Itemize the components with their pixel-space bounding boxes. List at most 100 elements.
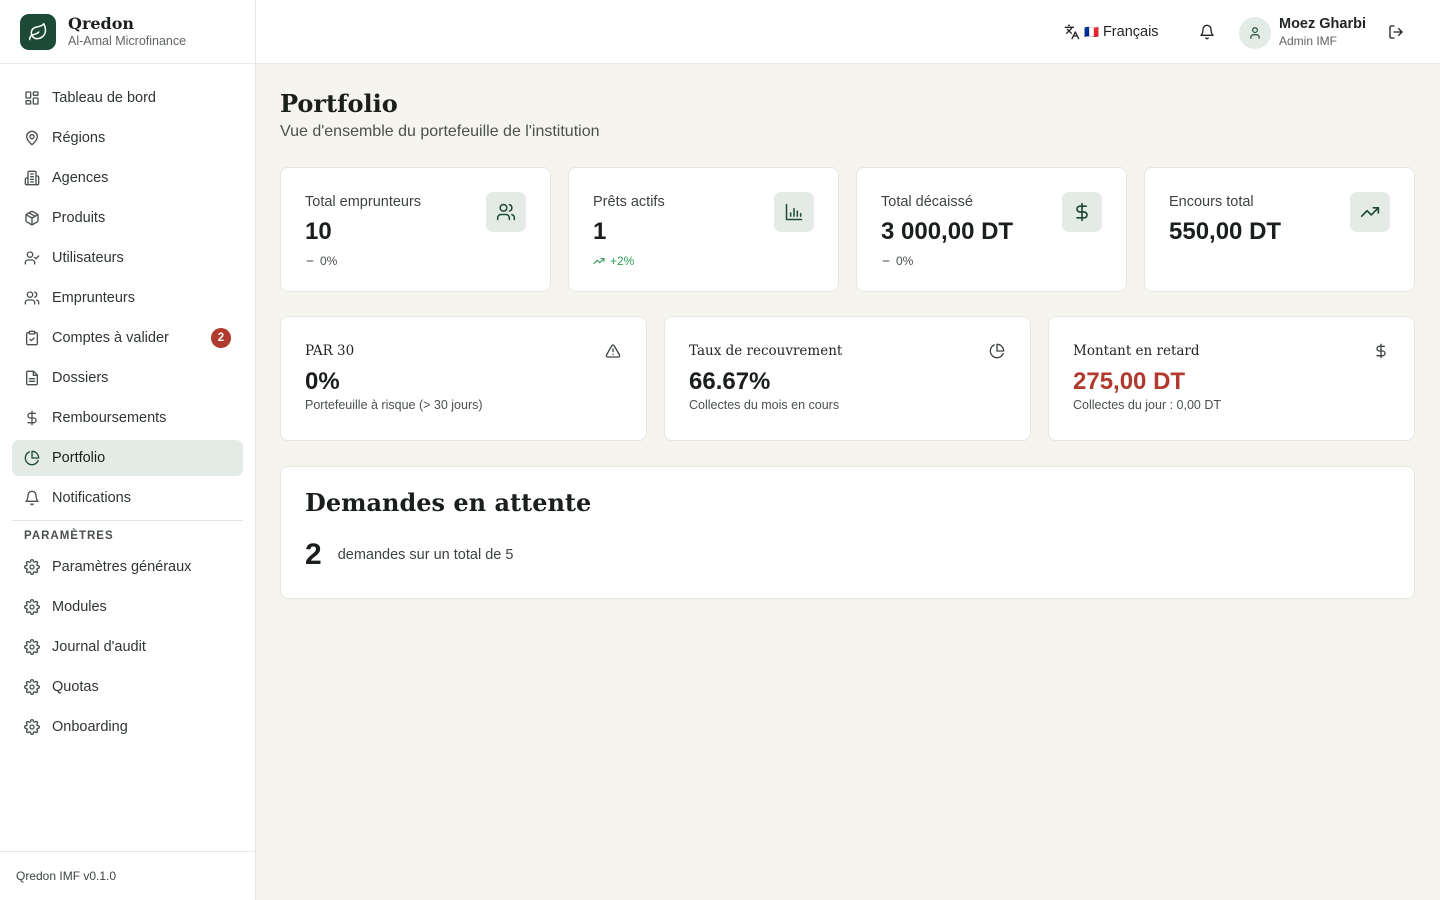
metric-subtext: Collectes du jour : 0,00 DT: [1073, 398, 1221, 412]
metric-label: PAR 30: [305, 343, 355, 359]
kpi-trend: 0%: [881, 254, 1102, 268]
sidebar-item-label: Portfolio: [52, 450, 106, 466]
sidebar-item-emprunteurs[interactable]: Emprunteurs: [12, 280, 243, 316]
minus-icon: [881, 256, 891, 266]
metric-subtext: Portefeuille à risque (> 30 jours): [305, 398, 483, 412]
sidebar-item-remboursements[interactable]: Remboursements: [12, 400, 243, 436]
gear-icon: [24, 639, 40, 655]
sidebar-item-label: Tableau de bord: [52, 90, 156, 106]
sidebar-item-notifications[interactable]: Notifications: [12, 480, 243, 516]
brand-name: Qredon: [68, 14, 135, 33]
brand[interactable]: Qredon Al-Amal Microfinance: [0, 0, 255, 64]
sidebar-item-label: Remboursements: [52, 410, 167, 426]
user-menu[interactable]: Moez Gharbi Admin IMF: [1239, 16, 1366, 49]
sidebar-item-label: Modules: [52, 599, 107, 615]
gear-icon: [24, 719, 40, 735]
package-icon: [24, 210, 40, 226]
users-icon: [24, 290, 40, 306]
metric-value: 66.67%: [689, 368, 771, 395]
avatar: [1239, 16, 1271, 49]
sidebar-item-modules[interactable]: Modules: [12, 589, 243, 625]
file-text-icon: [24, 370, 40, 386]
sidebar-item-journal-audit[interactable]: Journal d'audit: [12, 629, 243, 665]
sidebar-item-label: Produits: [52, 210, 106, 226]
metric-value: 0%: [305, 368, 340, 395]
dollar-icon: [24, 410, 40, 426]
app-version: Qredon IMF v0.1.0: [0, 851, 255, 900]
metric-card-par-30: PAR 30 0% Portefeuille à risque (> 30 jo…: [280, 316, 647, 441]
bar-chart-icon: [774, 192, 814, 232]
pending-count-badge: 2: [211, 328, 231, 348]
kpi-trend: 0%: [305, 254, 526, 268]
building-icon: [24, 170, 40, 186]
sidebar-item-regions[interactable]: Régions: [12, 120, 243, 156]
sidebar-item-tableau-de-bord[interactable]: Tableau de bord: [12, 80, 243, 116]
trending-up-icon: [593, 255, 605, 267]
metric-value: 275,00 DT: [1073, 368, 1186, 395]
sidebar-item-comptes-a-valider[interactable]: Comptes à valider 2: [12, 320, 243, 356]
pie-chart-icon: [24, 450, 40, 466]
metrics-row: PAR 30 0% Portefeuille à risque (> 30 jo…: [280, 316, 1416, 441]
kpi-card-prets-actifs: Prêts actifs 1 +2%: [568, 167, 839, 292]
kpi-row: Total emprunteurs 10 0% Prêts actifs 1 +…: [280, 167, 1416, 292]
user-name: Moez Gharbi: [1279, 16, 1367, 32]
sidebar-item-agences[interactable]: Agences: [12, 160, 243, 196]
logout-icon[interactable]: [1387, 22, 1405, 42]
sidebar-item-label: Utilisateurs: [52, 250, 124, 266]
sidebar-item-label: Dossiers: [52, 370, 109, 386]
brand-subtitle: Al-Amal Microfinance: [68, 34, 187, 48]
sidebar-item-quotas[interactable]: Quotas: [12, 669, 243, 705]
sidebar-item-utilisateurs[interactable]: Utilisateurs: [12, 240, 243, 276]
user-check-icon: [24, 250, 40, 266]
sidebar-item-label: Régions: [52, 130, 106, 146]
sidebar-item-label: Agences: [52, 170, 109, 186]
pie-chart-icon: [988, 342, 1006, 360]
kpi-trend-value: 0%: [320, 254, 338, 268]
metric-subtext: Collectes du mois en cours: [689, 398, 840, 412]
main-content: Portfolio Vue d'ensemble du portefeuille…: [280, 64, 1416, 599]
pending-requests-title: Demandes en attente: [305, 488, 592, 517]
pending-requests-text: demandes sur un total de 5: [337, 547, 514, 563]
sidebar-item-label: Emprunteurs: [52, 290, 136, 306]
page-subtitle: Vue d'ensemble du portefeuille de l'inst…: [280, 123, 600, 140]
alert-triangle-icon: [604, 342, 622, 360]
sidebar-section-label: PARAMÈTRES: [24, 530, 114, 542]
bell-icon: [24, 490, 40, 506]
trending-up-icon: [1350, 192, 1390, 232]
language-switcher[interactable]: 🇫🇷 Français: [1064, 22, 1159, 42]
sidebar-item-label: Notifications: [52, 490, 131, 506]
sidebar-item-label: Paramètres généraux: [52, 559, 192, 575]
dollar-icon: [1372, 342, 1390, 360]
kpi-card-total-emprunteurs: Total emprunteurs 10 0%: [280, 167, 551, 292]
sidebar-divider: [12, 520, 243, 521]
page-title: Portfolio: [280, 89, 398, 118]
notifications-bell-icon[interactable]: [1198, 22, 1216, 42]
dollar-icon: [1062, 192, 1102, 232]
map-pin-icon: [24, 130, 40, 146]
leaf-icon: [20, 13, 56, 50]
translate-icon: [1064, 24, 1080, 40]
sidebar: Qredon Al-Amal Microfinance Tableau de b…: [0, 0, 256, 900]
pending-requests-count: 2: [305, 538, 322, 571]
flag-fr-icon: 🇫🇷: [1084, 25, 1099, 39]
sidebar-item-produits[interactable]: Produits: [12, 200, 243, 236]
sidebar-item-portfolio[interactable]: Portfolio: [12, 440, 243, 476]
user-role: Admin IMF: [1279, 34, 1338, 48]
users-icon: [486, 192, 526, 232]
sidebar-item-label: Onboarding: [52, 719, 128, 735]
gear-icon: [24, 679, 40, 695]
kpi-card-total-decaisse: Total décaissé 3 000,00 DT 0%: [856, 167, 1127, 292]
kpi-trend-value: +2%: [610, 254, 635, 268]
sidebar-item-onboarding[interactable]: Onboarding: [12, 709, 243, 745]
sidebar-item-parametres-generaux[interactable]: Paramètres généraux: [12, 549, 243, 585]
layout-grid-icon: [24, 90, 40, 106]
metric-card-montant-en-retard: Montant en retard 275,00 DT Collectes du…: [1048, 316, 1415, 441]
gear-icon: [24, 599, 40, 615]
kpi-trend: +2%: [593, 254, 814, 268]
pending-requests-card: Demandes en attente 2 demandes sur un to…: [280, 466, 1415, 599]
sidebar-item-dossiers[interactable]: Dossiers: [12, 360, 243, 396]
metric-label: Montant en retard: [1073, 343, 1200, 359]
language-label: Français: [1102, 24, 1159, 40]
top-bar: 🇫🇷 Français Moez Gharbi Admin IMF: [256, 0, 1440, 64]
clipboard-check-icon: [24, 330, 40, 346]
